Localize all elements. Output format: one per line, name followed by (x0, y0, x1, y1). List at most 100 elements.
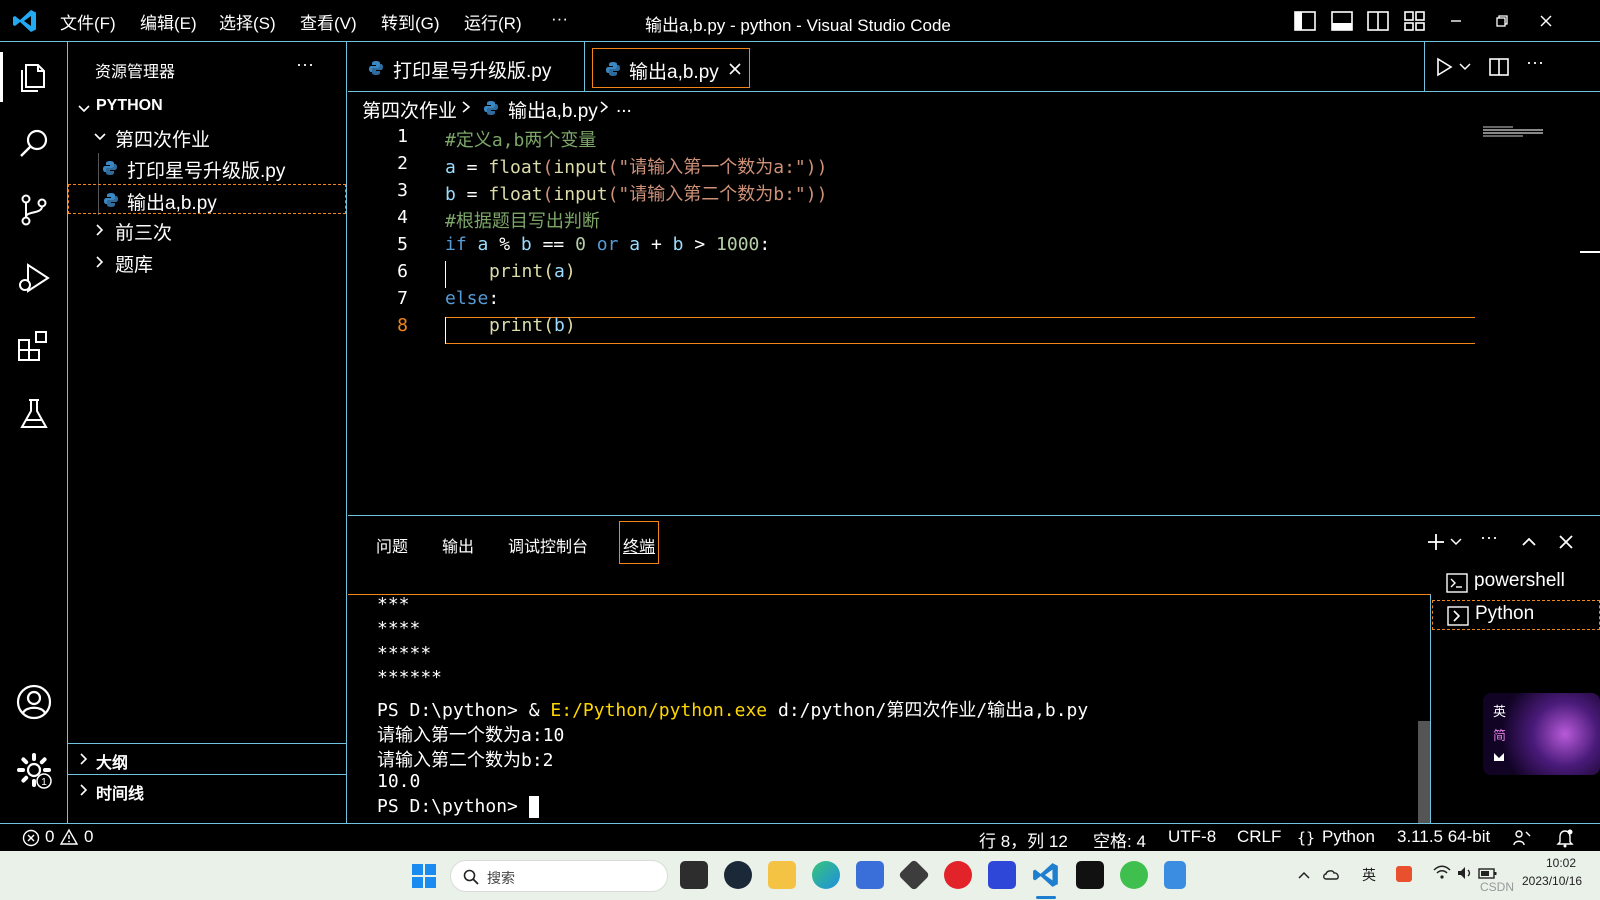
tab-divider (584, 42, 585, 91)
task-view-icon[interactable] (680, 861, 708, 889)
menu-go[interactable]: 转到(G) (381, 9, 440, 34)
tab-active[interactable]: 输出a,b.py (592, 48, 750, 88)
menu-run[interactable]: 运行(R) (464, 9, 522, 34)
file-explorer-icon[interactable] (768, 861, 796, 889)
taskbar-search-placeholder: 搜索 (487, 868, 515, 888)
file-item-stars[interactable]: 打印星号升级版.py (68, 153, 346, 183)
accounts-icon[interactable] (14, 682, 54, 722)
folder-item-4th[interactable]: 第四次作业 (68, 122, 346, 152)
warning-count[interactable]: 0 (84, 827, 93, 847)
microsoft-store-icon[interactable] (856, 861, 884, 889)
terminal-list-item[interactable]: powershell (1432, 566, 1600, 598)
wifi-icon[interactable] (1433, 865, 1451, 881)
outline-section[interactable]: 大纲 (68, 743, 346, 773)
timeline-section[interactable]: 时间线 (68, 774, 346, 804)
battery-icon[interactable] (1478, 865, 1498, 881)
panel-more-button[interactable]: ··· (1480, 527, 1498, 548)
split-editor-icon[interactable] (1488, 56, 1510, 78)
encoding[interactable]: UTF-8 (1168, 827, 1216, 847)
testing-icon[interactable] (14, 394, 54, 434)
explorer-more-button[interactable]: ··· (296, 54, 314, 75)
sogou-ime-icon[interactable] (1396, 866, 1412, 882)
breadcrumb-folder[interactable]: 第四次作业 (362, 96, 457, 123)
notifications-bell-icon[interactable] (1555, 828, 1575, 848)
tab-label: 打印星号升级版.py (393, 56, 551, 83)
tab-problems[interactable]: 问题 (376, 533, 408, 557)
run-file-icon[interactable] (1433, 56, 1455, 78)
tab-stars[interactable]: 打印星号升级版.py (356, 48, 584, 88)
taskbar-search[interactable]: 搜索 (450, 860, 668, 892)
python-interpreter[interactable]: 3.11.5 64-bit (1397, 827, 1490, 847)
feedback-icon[interactable] (1512, 828, 1532, 848)
menu-more[interactable]: ··· (551, 9, 568, 29)
tray-ime-lang[interactable]: 英 (1362, 865, 1376, 885)
line-ending[interactable]: CRLF (1237, 827, 1281, 847)
onedrive-cloud-icon[interactable] (1322, 866, 1342, 882)
close-tab-icon[interactable] (727, 61, 743, 77)
windows-start-icon[interactable] (411, 863, 437, 889)
breadcrumb-more[interactable]: ... (616, 96, 632, 118)
breadcrumb-file[interactable]: 输出a,b.py (508, 96, 598, 123)
tiktok-icon[interactable] (1076, 861, 1104, 889)
notepad-icon[interactable] (1164, 861, 1186, 889)
folder-item-bank[interactable]: 题库 (68, 247, 346, 277)
minimap[interactable] (1483, 126, 1547, 140)
chevron-down-icon[interactable] (1458, 60, 1472, 74)
folder-item-prev[interactable]: 前三次 (68, 215, 346, 245)
ime-lang[interactable]: 英 (1493, 701, 1506, 720)
watermark: CSDN (1480, 880, 1514, 894)
new-terminal-icon[interactable] (1425, 531, 1447, 553)
edge-browser-icon[interactable] (812, 861, 840, 889)
indentation[interactable]: 空格: 4 (1093, 827, 1146, 852)
chevron-down-icon[interactable] (1449, 535, 1463, 549)
folder-root[interactable]: PYTHON (68, 94, 346, 124)
toggle-sidebar-icon[interactable] (1292, 8, 1318, 34)
ime-settings-icon[interactable] (1492, 749, 1506, 763)
language-braces-icon[interactable]: {} (1297, 829, 1315, 847)
menu-view[interactable]: 查看(V) (300, 9, 357, 34)
mathtype-icon[interactable] (988, 861, 1016, 889)
maximize-panel-icon[interactable] (1518, 531, 1540, 553)
extensions-icon[interactable] (14, 326, 54, 366)
close-panel-icon[interactable] (1555, 531, 1577, 553)
toggle-secondary-sidebar-icon[interactable] (1365, 8, 1391, 34)
python-file-icon (102, 160, 118, 176)
volume-icon[interactable] (1456, 865, 1474, 881)
error-count[interactable]: 0 (45, 827, 54, 847)
netease-music-icon[interactable] (944, 861, 972, 889)
terminal-scrollbar[interactable] (1418, 721, 1430, 824)
editor-more-button[interactable]: ··· (1526, 52, 1544, 73)
manage-gear-icon[interactable]: 1 (14, 750, 54, 790)
vscode-taskbar-icon[interactable] (1032, 861, 1060, 889)
close-window-icon[interactable] (1533, 8, 1559, 34)
unity-app-icon[interactable] (898, 859, 930, 891)
line-number: 5 (348, 234, 408, 255)
search-icon[interactable] (14, 124, 54, 164)
explorer-icon[interactable] (14, 56, 54, 96)
menu-edit[interactable]: 编辑(E) (140, 9, 197, 34)
source-control-icon[interactable] (14, 190, 54, 230)
run-debug-icon[interactable] (14, 258, 54, 298)
steam-icon[interactable] (724, 861, 752, 889)
toggle-panel-icon[interactable] (1329, 8, 1355, 34)
tray-chevron-up-icon[interactable] (1297, 869, 1311, 881)
language-mode[interactable]: Python (1322, 827, 1375, 847)
terminal-list-item-active[interactable]: Python (1432, 600, 1600, 630)
file-item-selected[interactable]: 输出a,b.py (68, 184, 346, 214)
ime-widget[interactable]: 英 简 (1483, 693, 1600, 775)
tab-terminal-box[interactable]: 终端 (619, 521, 659, 564)
clock-time[interactable]: 10:02 (1546, 856, 1576, 870)
restore-icon[interactable] (1488, 8, 1514, 34)
clock-date[interactable]: 2023/10/16 (1522, 874, 1582, 888)
cursor-position[interactable]: 行 8，列 12 (979, 827, 1068, 852)
menu-file[interactable]: 文件(F) (60, 9, 116, 34)
ime-mode[interactable]: 简 (1493, 725, 1506, 744)
tab-output[interactable]: 输出 (442, 533, 474, 557)
wechat-icon[interactable] (1120, 861, 1148, 889)
warning-icon[interactable] (60, 828, 78, 846)
tab-debug-console[interactable]: 调试控制台 (508, 533, 588, 557)
error-icon[interactable] (22, 829, 40, 847)
menu-selection[interactable]: 选择(S) (219, 9, 276, 34)
customize-layout-icon[interactable] (1402, 8, 1428, 34)
minimize-icon[interactable] (1443, 8, 1469, 34)
